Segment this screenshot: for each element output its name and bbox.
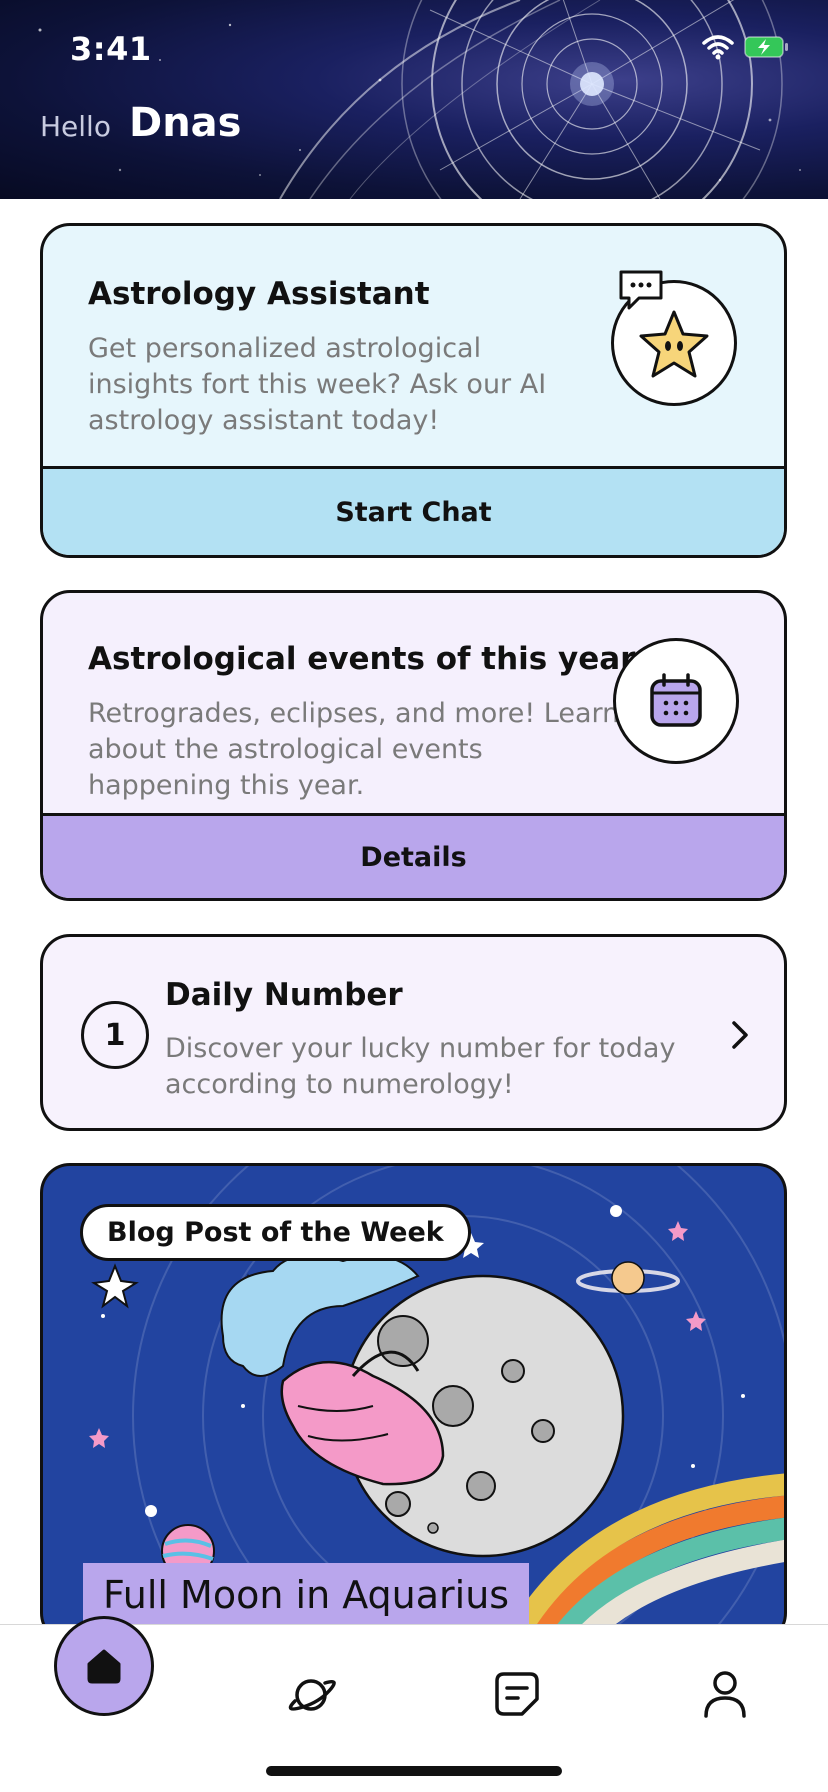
- notes-icon: [495, 1672, 539, 1716]
- astrology-assistant-card[interactable]: Astrology Assistant Get personalized ast…: [40, 223, 787, 558]
- events-description: Retrogrades, eclipses, and more! Learn a…: [88, 696, 619, 804]
- astrological-events-card[interactable]: Astrological events of this year Retrogr…: [40, 590, 787, 901]
- daily-number-title: Daily Number: [165, 977, 403, 1013]
- nav-home-button[interactable]: [54, 1616, 154, 1716]
- assistant-description-line: Get personalized astrological: [88, 333, 482, 364]
- daily-number-badge: 1: [81, 1001, 149, 1069]
- nav-notes-button[interactable]: [494, 1671, 540, 1721]
- assistant-title: Astrology Assistant: [88, 276, 430, 312]
- events-description-line: Retrogrades, eclipses, and more! Learn: [88, 698, 620, 729]
- events-description-line: about the astrological events: [88, 734, 483, 765]
- assistant-description-line: astrology assistant today!: [88, 405, 440, 436]
- events-title: Astrological events of this year: [88, 641, 636, 677]
- greeting: Hello Dnas: [40, 100, 241, 146]
- daily-number-card[interactable]: 1 Daily Number Discover your lucky numbe…: [40, 934, 787, 1131]
- battery-charging-icon: [744, 36, 788, 58]
- nav-planet-button[interactable]: [285, 1673, 337, 1721]
- blog-title: Full Moon in Aquarius: [83, 1563, 530, 1631]
- details-button[interactable]: Details: [43, 813, 784, 898]
- events-description-line: happening this year.: [88, 770, 365, 801]
- greeting-hello: Hello: [40, 110, 111, 143]
- nav-profile-button[interactable]: [703, 1670, 747, 1722]
- blog-badge: Blog Post of the Week: [80, 1204, 471, 1261]
- home-icon: [87, 1649, 121, 1684]
- daily-number-description-line: Discover your lucky number for today: [165, 1033, 676, 1064]
- assistant-description-line: insights fort this week? Ask our AI: [88, 369, 547, 400]
- assistant-description: Get personalized astrological insights f…: [88, 331, 546, 439]
- chevron-right-icon[interactable]: [729, 1019, 751, 1055]
- greeting-username: Dnas: [128, 100, 242, 146]
- start-chat-button[interactable]: Start Chat: [43, 466, 784, 555]
- blog-post-card[interactable]: Blog Post of the Week Full Moon in Aquar…: [40, 1163, 787, 1643]
- calendar-icon: [613, 638, 739, 764]
- planet-icon: [288, 1679, 336, 1711]
- home-indicator: [266, 1766, 562, 1776]
- status-icons: [702, 34, 790, 60]
- profile-icon: [704, 1671, 746, 1718]
- header-banner: 3:41 Hello Dnas: [0, 0, 828, 199]
- wifi-icon: [702, 35, 734, 60]
- chat-bubble-icon: [617, 268, 665, 316]
- daily-number-description: Discover your lucky number for today acc…: [165, 1031, 675, 1103]
- status-time: 3:41: [70, 30, 152, 68]
- daily-number-description-line: according to numerology!: [165, 1069, 514, 1100]
